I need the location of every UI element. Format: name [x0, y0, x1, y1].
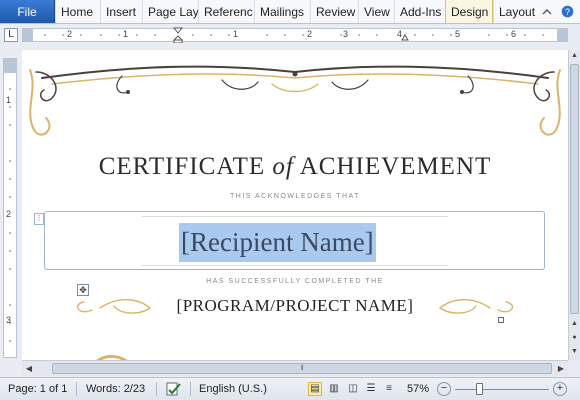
recipient-box-line — [142, 265, 448, 266]
full-screen-reading-icon[interactable]: ▥ — [327, 382, 341, 396]
ruler-number: 2 — [307, 29, 313, 39]
minimize-ribbon-icon[interactable] — [540, 5, 554, 19]
recipient-name-field[interactable]: [Recipient Name] — [179, 223, 376, 262]
vertical-ruler[interactable]: 1 2 3 — [3, 58, 17, 358]
tab-references[interactable]: Referenc — [198, 0, 254, 23]
ruler-number: 5 — [455, 29, 461, 39]
tab-add-ins[interactable]: Add-Ins — [394, 0, 445, 23]
ruler-number: 1 — [123, 29, 129, 39]
select-browse-object-icon[interactable]: ● — [569, 332, 580, 344]
tab-home[interactable]: Home — [55, 0, 100, 23]
svg-text:?: ? — [564, 7, 569, 17]
ruler-number: 1 — [233, 29, 239, 39]
ruler-number: 2 — [6, 209, 12, 219]
page-count[interactable]: Page: 1 of 1 — [8, 383, 67, 395]
document-area[interactable]: CERTIFICATE of ACHIEVEMENT THIS ACKNOWLE… — [22, 50, 568, 360]
ruler-number: 6 — [511, 29, 517, 39]
indent-marker-icon[interactable] — [173, 27, 183, 43]
web-layout-icon[interactable]: ◫ — [346, 382, 360, 396]
certificate-title[interactable]: CERTIFICATE of ACHIEVEMENT — [22, 153, 568, 181]
resize-handle[interactable] — [498, 317, 504, 323]
tab-page-layout[interactable]: Page Lay — [142, 0, 198, 23]
proofing-icon[interactable] — [165, 381, 183, 400]
tab-design[interactable]: Design — [445, 0, 493, 23]
content-control-handle[interactable]: ⋮ — [34, 213, 44, 225]
scroll-right-icon[interactable]: ▶ — [554, 363, 568, 375]
word-count[interactable]: Words: 2/23 — [86, 383, 145, 395]
tab-layout[interactable]: Layout — [493, 0, 539, 23]
zoom-slider-track[interactable] — [455, 389, 549, 390]
program-name-field[interactable]: [PROGRAM/PROJECT NAME] — [22, 296, 568, 316]
draft-view-icon[interactable]: ≡ — [382, 382, 396, 396]
right-indent-marker-icon[interactable] — [401, 33, 409, 41]
word-window: File Home Insert Page Lay Referenc Maili… — [0, 0, 580, 400]
vertical-scrollbar[interactable]: ▲ ▲ ● ▼ — [568, 50, 580, 360]
ruler-number: 3 — [343, 29, 349, 39]
print-layout-view-icon[interactable]: ▤ — [308, 382, 322, 396]
status-separator — [190, 382, 191, 396]
tab-mailings[interactable]: Mailings — [254, 0, 310, 23]
ribbon-right-controls: ? — [540, 0, 580, 23]
horizontal-scrollbar[interactable]: ◀ ⦀ ▶ — [22, 360, 568, 376]
horizontal-ruler[interactable]: 2 1 1 2 3 4 5 6 — [22, 27, 568, 43]
outline-view-icon[interactable]: ☰ — [364, 382, 378, 396]
horizontal-scroll-thumb[interactable]: ⦀ — [52, 363, 552, 374]
file-tab[interactable]: File — [0, 0, 55, 23]
next-page-icon[interactable]: ▼ — [569, 346, 580, 358]
tab-selector[interactable]: L — [4, 28, 18, 42]
previous-page-icon[interactable]: ▲ — [569, 318, 580, 330]
scroll-left-icon[interactable]: ◀ — [22, 363, 36, 375]
vertical-scroll-thumb[interactable] — [570, 64, 579, 314]
ribbon-tab-bar: File Home Insert Page Lay Referenc Maili… — [0, 0, 580, 24]
tab-insert[interactable]: Insert — [100, 0, 142, 23]
recipient-box-line — [142, 216, 448, 217]
ruler-number: 3 — [6, 315, 12, 325]
tab-review[interactable]: Review — [310, 0, 358, 23]
title-part-achievement: ACHIEVEMENT — [293, 153, 492, 180]
help-icon[interactable]: ? — [560, 5, 574, 19]
status-separator — [156, 382, 157, 396]
zoom-level[interactable]: 57% — [407, 383, 429, 395]
status-bar: Page: 1 of 1 Words: 2/23 English (U.S.) … — [0, 377, 580, 400]
zoom-out-icon[interactable]: − — [437, 382, 451, 396]
completed-text[interactable]: HAS SUCCESSFULLY COMPLETED THE — [22, 278, 568, 285]
ornament-border-icon — [29, 65, 561, 136]
title-part-certificate: CERTIFICATE — [98, 153, 273, 180]
move-handle-icon[interactable]: ✥ — [77, 284, 89, 296]
ruler-ticks — [44, 34, 544, 36]
scroll-up-icon[interactable]: ▲ — [569, 50, 580, 62]
zoom-in-icon[interactable]: + — [553, 382, 567, 396]
ruler-number: 2 — [67, 29, 73, 39]
lower-ornament-icon — [96, 355, 128, 360]
title-part-of: of — [272, 153, 294, 180]
language-indicator[interactable]: English (U.S.) — [199, 383, 267, 395]
tab-view[interactable]: View — [358, 0, 394, 23]
status-separator — [76, 382, 77, 396]
acknowledges-text[interactable]: THIS ACKNOWLEDGES THAT — [22, 193, 568, 200]
certificate-page[interactable]: CERTIFICATE of ACHIEVEMENT THIS ACKNOWLE… — [22, 50, 568, 360]
ruler-number: 1 — [6, 95, 12, 105]
zoom-slider-thumb[interactable] — [476, 383, 483, 395]
ruler-row: L 2 1 1 2 3 4 5 6 — [0, 25, 580, 45]
